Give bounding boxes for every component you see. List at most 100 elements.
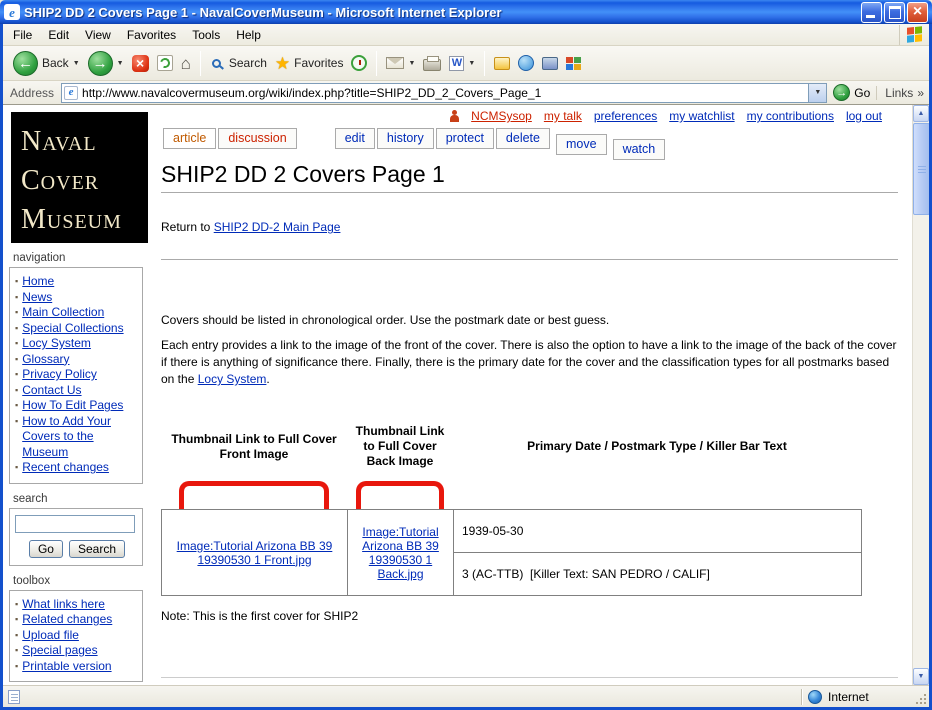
search-section-title: search: [13, 493, 149, 505]
scroll-up-button[interactable]: [913, 105, 929, 122]
research-button[interactable]: [562, 55, 585, 72]
resize-grip-icon[interactable]: [915, 693, 928, 706]
sidebar-link-news[interactable]: News: [22, 290, 52, 306]
back-image-link[interactable]: Image:Tutorial Arizona BB 39 19390530 1 …: [362, 525, 439, 581]
chevron-down-icon[interactable]: [408, 60, 415, 67]
history-button[interactable]: [347, 53, 371, 73]
address-dropdown-button[interactable]: [809, 83, 827, 103]
sidebar-link-recent-changes[interactable]: Recent changes: [22, 460, 109, 476]
scroll-down-button[interactable]: [913, 668, 929, 685]
toolbox-link-printable-version[interactable]: Printable version: [22, 659, 111, 675]
sidebar-link-glossary[interactable]: Glossary: [22, 352, 69, 368]
user-link-my-talk[interactable]: my talk: [544, 109, 582, 123]
user-icon: [450, 110, 459, 122]
tab-article[interactable]: article: [163, 128, 216, 149]
sidebar-link-special-collections[interactable]: Special Collections: [22, 321, 123, 337]
favorites-label: Favorites: [294, 56, 343, 70]
back-button[interactable]: Back: [9, 49, 84, 78]
media-button[interactable]: [538, 55, 562, 72]
links-toolbar[interactable]: Links »: [876, 86, 924, 100]
chevron-down-icon[interactable]: [73, 60, 80, 67]
nav-item: Glossary: [15, 352, 139, 368]
sidebar-link-how-to-add-covers[interactable]: How to Add Your Covers to the Museum: [22, 414, 139, 461]
forward-button[interactable]: [84, 49, 128, 78]
menu-help[interactable]: Help: [228, 25, 269, 45]
sidebar-go-button[interactable]: Go: [29, 540, 63, 558]
minimize-button[interactable]: [861, 2, 882, 23]
scroll-track[interactable]: [913, 122, 929, 668]
menu-edit[interactable]: Edit: [40, 25, 77, 45]
sidebar-link-privacy-policy[interactable]: Privacy Policy: [22, 367, 97, 383]
sidebar-link-main-collection[interactable]: Main Collection: [22, 305, 104, 321]
window-title: SHIP2 DD 2 Covers Page 1 - NavalCoverMus…: [24, 5, 861, 20]
go-button[interactable]: Go: [833, 84, 870, 101]
edit-button[interactable]: [445, 54, 479, 73]
vertical-scrollbar[interactable]: [912, 105, 929, 685]
tab-move[interactable]: move: [556, 134, 607, 155]
return-link[interactable]: SHIP2 DD-2 Main Page: [214, 220, 341, 234]
toolbox-link-upload-file[interactable]: Upload file: [22, 628, 79, 644]
nav-item: Contact Us: [15, 383, 139, 399]
home-icon: [181, 55, 191, 72]
word-icon: [449, 56, 464, 71]
menu-file[interactable]: File: [5, 25, 40, 45]
toolbox-link-related-changes[interactable]: Related changes: [22, 612, 112, 628]
sidebar-link-locy-system[interactable]: Locy System: [22, 336, 91, 352]
back-image-cell: Image:Tutorial Arizona BB 39 19390530 1 …: [348, 510, 454, 596]
favorites-button[interactable]: Favorites: [271, 53, 348, 74]
globe-icon: [808, 690, 822, 704]
mail-icon: [386, 57, 404, 69]
discuss-button[interactable]: [490, 55, 514, 72]
menu-view[interactable]: View: [77, 25, 119, 45]
locy-system-link[interactable]: Locy System: [198, 372, 267, 386]
nav-item: What links here: [15, 597, 139, 613]
chevron-down-icon[interactable]: [468, 60, 475, 67]
bullet-icon: [15, 321, 18, 337]
links-chevron-icon[interactable]: »: [917, 86, 924, 100]
user-link-log-out[interactable]: log out: [846, 109, 882, 123]
address-label: Address: [10, 86, 54, 100]
stop-button[interactable]: [128, 53, 153, 74]
tab-protect[interactable]: protect: [436, 128, 494, 149]
refresh-button[interactable]: [153, 53, 177, 73]
mail-button[interactable]: [382, 55, 419, 71]
print-button[interactable]: [419, 54, 445, 73]
user-link-ncmsysop[interactable]: NCMSysop: [471, 109, 532, 123]
home-button[interactable]: [177, 53, 195, 74]
page-icon: [64, 86, 78, 100]
tab-edit[interactable]: edit: [335, 128, 375, 149]
user-link-my-contributions[interactable]: my contributions: [747, 109, 834, 123]
front-image-link[interactable]: Image:Tutorial Arizona BB 39 19390530 1 …: [177, 539, 333, 567]
sidebar-search-input[interactable]: [15, 515, 135, 533]
history-icon: [351, 55, 367, 71]
close-button[interactable]: [907, 2, 928, 23]
table-row: Image:Tutorial Arizona BB 39 19390530 1 …: [162, 510, 862, 553]
navigation-box: Home News Main Collection Special Collec…: [9, 267, 143, 484]
user-link-my-watchlist[interactable]: my watchlist: [669, 109, 734, 123]
tab-watch[interactable]: watch: [613, 139, 666, 160]
maximize-button[interactable]: [884, 2, 905, 23]
search-button[interactable]: Search: [206, 54, 271, 72]
nav-item: Upload file: [15, 628, 139, 644]
tab-delete[interactable]: delete: [496, 128, 550, 149]
toolbox-link-what-links-here[interactable]: What links here: [22, 597, 105, 613]
scroll-thumb[interactable]: [913, 123, 929, 215]
user-link-preferences[interactable]: preferences: [594, 109, 657, 123]
nav-item: Special pages: [15, 643, 139, 659]
address-input[interactable]: [61, 83, 809, 103]
sidebar-link-home[interactable]: Home: [22, 274, 54, 290]
toolbox-link-special-pages[interactable]: Special pages: [22, 643, 97, 659]
status-spacer: [26, 689, 802, 705]
sidebar-search-button[interactable]: Search: [69, 540, 125, 558]
site-logo[interactable]: Naval Cover Museum: [11, 112, 148, 243]
return-line: Return to SHIP2 DD-2 Main Page: [161, 220, 898, 234]
sidebar-link-contact-us[interactable]: Contact Us: [22, 383, 81, 399]
messenger-button[interactable]: [514, 53, 538, 73]
titlebar[interactable]: SHIP2 DD 2 Covers Page 1 - NavalCoverMus…: [0, 0, 932, 24]
menu-favorites[interactable]: Favorites: [119, 25, 184, 45]
sidebar-link-how-to-edit[interactable]: How To Edit Pages: [22, 398, 123, 414]
tab-discussion[interactable]: discussion: [218, 128, 296, 149]
menu-tools[interactable]: Tools: [184, 25, 228, 45]
tab-history[interactable]: history: [377, 128, 434, 149]
chevron-down-icon[interactable]: [117, 60, 124, 67]
